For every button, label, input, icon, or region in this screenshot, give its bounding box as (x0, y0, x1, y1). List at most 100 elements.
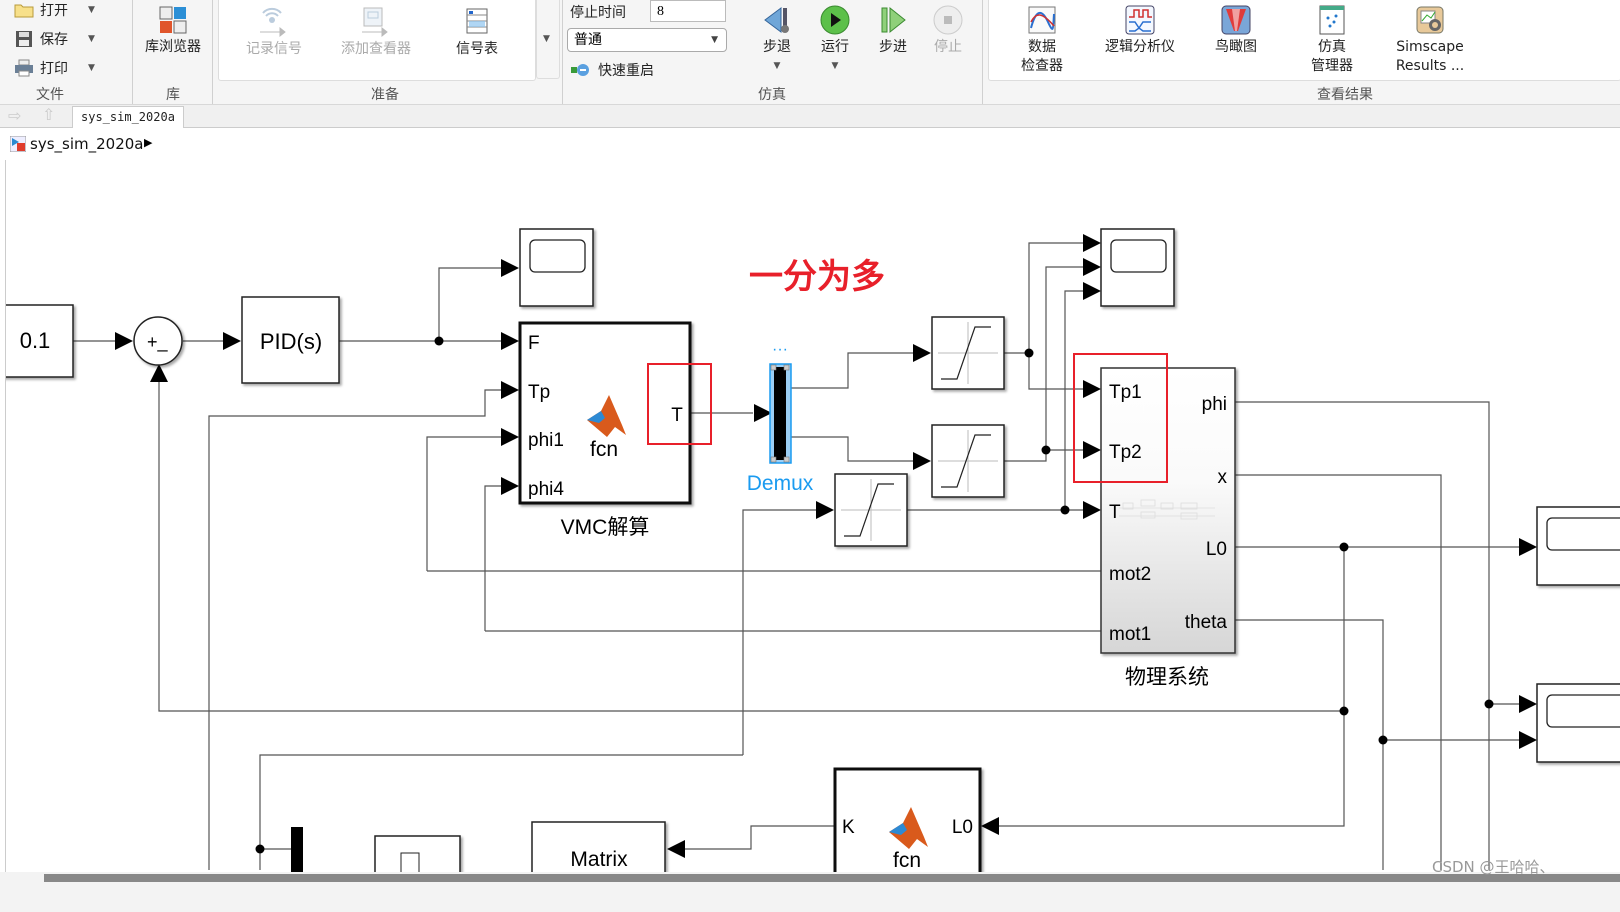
matrix-block[interactable]: Matrix (531, 821, 666, 872)
vmc-input-port: phi1 (528, 430, 564, 451)
demux-more-icon[interactable]: ··· (772, 341, 788, 358)
print-button[interactable]: 打印 ▼ (14, 58, 95, 78)
matrix-label: Matrix (570, 848, 628, 871)
physical-input-port: T (1109, 502, 1121, 523)
arrowhead (115, 332, 133, 350)
block-diagram[interactable]: 0.1 +_ PID(s) F Tp phi1 phi4 T fcn VMC解算… (6, 160, 1620, 872)
signal-table-button[interactable]: 信号表 (446, 6, 508, 59)
add-viewer-button[interactable]: 添加查看器 (334, 6, 418, 59)
review-section-label: 查看结果 (1317, 87, 1373, 103)
simscape-results-button[interactable]: Simscape Results ... (1390, 4, 1470, 76)
simscape-results-icon (1416, 6, 1444, 34)
horizontal-scrollbar[interactable] (0, 872, 1620, 912)
divider (562, 0, 563, 104)
resize-handle[interactable] (770, 364, 777, 371)
saturation-block[interactable] (931, 316, 1005, 390)
scope-block[interactable] (1536, 683, 1620, 763)
divider (132, 0, 133, 104)
physical-output-port: x (1218, 467, 1228, 488)
stop-time-label: 停止时间 (570, 5, 626, 21)
resize-handle[interactable] (783, 456, 790, 463)
step-forward-button[interactable]: 步进 (872, 4, 914, 57)
arrowhead (816, 501, 834, 519)
up-arrow-icon[interactable]: ⇧ (42, 105, 55, 124)
resize-handle[interactable] (770, 456, 777, 463)
wire (1235, 401, 1490, 870)
pid-controller-block[interactable]: PID(s) (241, 296, 340, 384)
folder-icon (14, 4, 34, 18)
logic-analyzer-button[interactable]: 逻辑分析仪 (1100, 4, 1180, 57)
physical-output-port: phi (1202, 394, 1227, 415)
vmc-input-port: phi4 (528, 479, 564, 500)
library-browser-button[interactable]: 库浏览器 (140, 4, 206, 57)
save-button[interactable]: 保存 ▼ (14, 29, 95, 49)
log-signals-button[interactable]: 记录信号 (238, 6, 310, 59)
junction-dot (1339, 542, 1349, 552)
stop-icon (933, 5, 963, 35)
tab-sys-sim-2020a[interactable]: sys_sim_2020a (72, 106, 184, 128)
arrowhead (223, 332, 241, 350)
junction-dot (1484, 699, 1494, 709)
breadcrumb-model[interactable]: sys_sim_2020a (30, 135, 143, 153)
vmc-output-port: T (671, 405, 683, 426)
junction-dot (255, 844, 265, 854)
arrowhead (501, 381, 519, 399)
constant-block[interactable]: 0.1 (6, 304, 74, 378)
arrowhead-up (150, 364, 168, 382)
mux-block[interactable] (291, 827, 303, 872)
wire (1235, 474, 1442, 870)
library-section-label: 库 (166, 87, 180, 103)
step-back-button[interactable]: 步退 ▼ (756, 4, 798, 76)
scope-block[interactable] (1536, 506, 1620, 586)
constant-value: 0.1 (20, 328, 51, 353)
save-dropdown-icon[interactable]: ▼ (88, 34, 95, 44)
print-dropdown-icon[interactable]: ▼ (88, 63, 95, 73)
run-dropdown-icon[interactable]: ▼ (814, 57, 856, 76)
stop-time-input[interactable]: 8 (650, 0, 726, 22)
arrowhead (501, 477, 519, 495)
scrollbar-thumb[interactable] (44, 874, 1620, 882)
step-back-dropdown-icon[interactable]: ▼ (756, 57, 798, 76)
scope-block[interactable] (519, 228, 594, 307)
simulate-section-label: 仿真 (758, 87, 786, 103)
play-icon (820, 5, 850, 35)
open-button[interactable]: 打开 ▼ (14, 0, 95, 20)
run-button[interactable]: 运行 ▼ (814, 4, 856, 76)
lqr-output-port: K (842, 817, 855, 838)
model-canvas[interactable]: 0.1 +_ PID(s) F Tp phi1 phi4 T fcn VMC解算… (5, 160, 1620, 872)
add-viewer-icon (362, 7, 388, 38)
birds-eye-button[interactable]: 鸟瞰图 (1206, 4, 1266, 57)
divider (982, 0, 983, 104)
expand-icon: ▼ (543, 34, 550, 44)
saturation-block[interactable] (834, 473, 908, 547)
chevron-down-icon: ▼ (711, 35, 718, 45)
back-arrow-icon[interactable]: ⇨ (8, 106, 21, 125)
resize-handle[interactable] (783, 364, 790, 371)
junction-dot (1060, 505, 1070, 515)
wire (742, 509, 817, 755)
breadcrumb-arrow-icon[interactable]: ▶ (144, 136, 152, 149)
stop-button[interactable]: 停止 (928, 4, 968, 57)
log-signals-icon (260, 7, 286, 38)
logic-analyzer-icon (1125, 5, 1155, 35)
wire (685, 825, 835, 850)
scope-block[interactable] (1100, 228, 1175, 307)
prepare-expand-button[interactable]: ▼ (536, 0, 560, 79)
arrowhead (913, 452, 931, 470)
simulation-manager-button[interactable]: 仿真 管理器 (1302, 4, 1362, 76)
gain-block[interactable] (374, 835, 461, 872)
pid-label: PID(s) (260, 329, 322, 354)
sum-block[interactable]: +_ (133, 316, 183, 366)
fast-restart-button[interactable]: 快速重启 (570, 60, 654, 80)
data-inspector-button[interactable]: 数据 检查器 (1012, 4, 1072, 76)
arrowhead (1519, 538, 1537, 556)
junction-dot (1339, 706, 1349, 716)
saturation-block[interactable] (931, 424, 1005, 498)
simulation-mode-select[interactable]: 普通 ▼ (567, 28, 727, 52)
vmc-matlab-function-block[interactable]: F Tp phi1 phi4 T fcn VMC解算 (518, 321, 692, 539)
lqr-matlab-function-block[interactable]: K L0 fcn (833, 767, 982, 872)
open-dropdown-icon[interactable]: ▼ (88, 5, 95, 15)
arrowhead (1083, 234, 1101, 252)
physical-system-name: 物理系统 (1125, 666, 1209, 689)
fast-restart-icon (571, 64, 589, 76)
